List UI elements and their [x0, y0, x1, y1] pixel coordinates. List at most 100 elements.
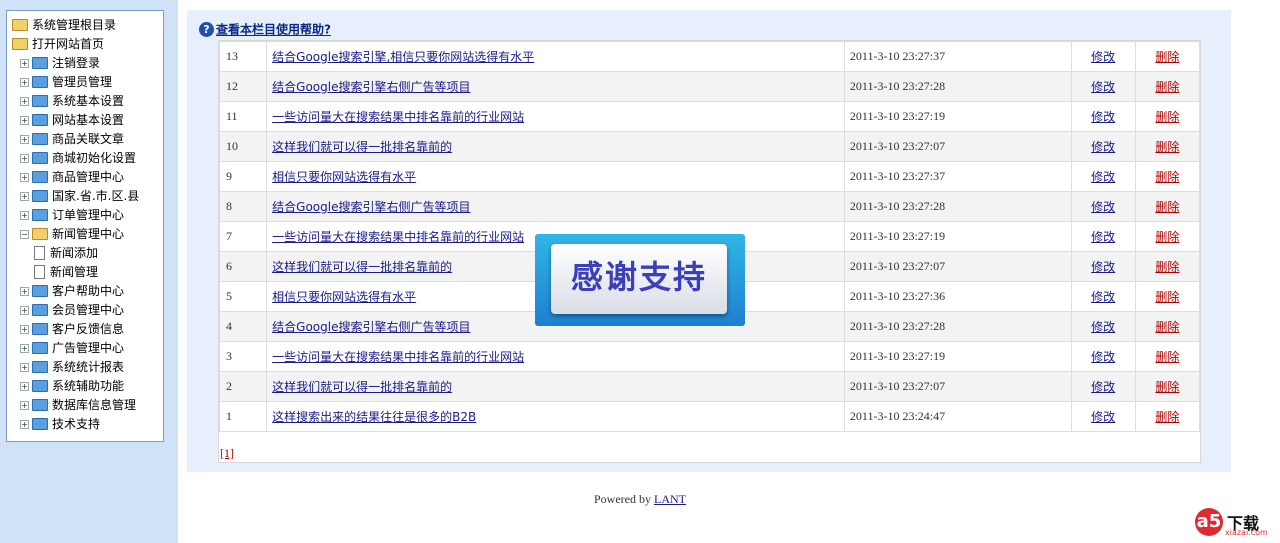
row-edit-cell: 修改 — [1070, 281, 1136, 312]
news-title-link[interactable]: 这样我们就可以得一批排名靠前的 — [272, 140, 452, 154]
expand-icon[interactable]: + — [20, 116, 29, 125]
delete-link[interactable]: 删除 — [1155, 50, 1179, 64]
expand-icon[interactable]: + — [20, 173, 29, 182]
edit-link[interactable]: 修改 — [1091, 290, 1115, 304]
sidebar-item-label: 系统辅助功能 — [52, 379, 125, 393]
news-title-link[interactable]: 这样我们就可以得一批排名靠前的 — [272, 380, 452, 394]
news-title-link[interactable]: 这样搜索出来的结果往往是很多的B2B — [272, 410, 476, 424]
row-delete-cell: 删除 — [1134, 371, 1201, 402]
sidebar-item[interactable]: 新闻管理 — [34, 263, 98, 282]
news-title-link[interactable]: 结合Google搜索引擎右侧广告等项目 — [272, 200, 470, 214]
table-row: 2 这样我们就可以得一批排名靠前的 2011-3-10 23:27:07 修改 删除 — [218, 371, 1201, 402]
delete-link[interactable]: 删除 — [1155, 260, 1179, 274]
folder-icon — [12, 37, 28, 50]
sidebar-item[interactable]: + 广告管理中心 — [20, 339, 124, 358]
edit-link[interactable]: 修改 — [1091, 260, 1115, 274]
sidebar-item[interactable]: + 注销登录 — [20, 54, 100, 73]
delete-link[interactable]: 删除 — [1155, 200, 1179, 214]
edit-link[interactable]: 修改 — [1091, 200, 1115, 214]
delete-link[interactable]: 删除 — [1155, 110, 1179, 124]
sidebar-item[interactable]: + 系统辅助功能 — [20, 377, 124, 396]
edit-link[interactable]: 修改 — [1091, 380, 1115, 394]
expand-icon[interactable]: + — [20, 154, 29, 163]
row-title-cell: 一些访问量大在搜索结果中排名靠前的行业网站 — [266, 101, 845, 132]
sidebar-item[interactable]: + 订单管理中心 — [20, 206, 124, 225]
sidebar-item[interactable]: + 系统统计报表 — [20, 358, 124, 377]
edit-link[interactable]: 修改 — [1091, 320, 1115, 334]
sidebar-item[interactable]: 打开网站首页 — [12, 35, 104, 54]
news-title-link[interactable]: 结合Google搜索引擎,相信只要你网站选得有水平 — [272, 50, 534, 64]
row-edit-cell: 修改 — [1070, 371, 1136, 402]
news-title-link[interactable]: 相信只要你网站选得有水平 — [272, 290, 416, 304]
sidebar-item[interactable]: 新闻添加 — [34, 244, 98, 263]
expand-icon[interactable]: + — [20, 59, 29, 68]
news-title-link[interactable]: 一些访问量大在搜索结果中排名靠前的行业网站 — [272, 110, 524, 124]
expand-icon[interactable]: + — [20, 97, 29, 106]
folder-icon — [32, 56, 48, 69]
edit-link[interactable]: 修改 — [1091, 410, 1115, 424]
delete-link[interactable]: 删除 — [1155, 380, 1179, 394]
news-title-link[interactable]: 一些访问量大在搜索结果中排名靠前的行业网站 — [272, 230, 524, 244]
expand-icon[interactable]: + — [20, 78, 29, 87]
edit-link[interactable]: 修改 — [1091, 140, 1115, 154]
expand-icon[interactable]: + — [20, 420, 29, 429]
delete-link[interactable]: 删除 — [1155, 170, 1179, 184]
expand-icon[interactable]: + — [20, 363, 29, 372]
edit-link[interactable]: 修改 — [1091, 350, 1115, 364]
brand-link[interactable]: LANT — [654, 492, 686, 506]
expand-icon[interactable]: + — [20, 192, 29, 201]
expand-icon[interactable]: + — [20, 344, 29, 353]
sidebar-item[interactable]: + 商品管理中心 — [20, 168, 124, 187]
delete-link[interactable]: 删除 — [1155, 80, 1179, 94]
row-time: 2011-3-10 23:24:47 — [843, 401, 1072, 432]
news-title-link[interactable]: 一些访问量大在搜索结果中排名靠前的行业网站 — [272, 350, 524, 364]
sidebar-item[interactable]: + 国家.省.市.区.县 — [20, 187, 139, 206]
sidebar-item[interactable]: + 管理员管理 — [20, 73, 112, 92]
row-edit-cell: 修改 — [1070, 311, 1136, 342]
collapse-icon[interactable]: − — [20, 230, 29, 239]
sidebar-item[interactable]: − 新闻管理中心 — [20, 225, 124, 244]
page-link-1[interactable]: [1] — [220, 446, 234, 460]
sidebar-item[interactable]: 系统管理根目录 — [12, 16, 116, 35]
sidebar-item[interactable]: + 技术支持 — [20, 415, 100, 434]
sidebar-item[interactable]: + 系统基本设置 — [20, 92, 124, 111]
delete-link[interactable]: 删除 — [1155, 350, 1179, 364]
expand-icon[interactable]: + — [20, 287, 29, 296]
sidebar-item[interactable]: + 客户帮助中心 — [20, 282, 124, 301]
edit-link[interactable]: 修改 — [1091, 230, 1115, 244]
folder-icon — [32, 208, 48, 221]
sidebar-item[interactable]: + 网站基本设置 — [20, 111, 124, 130]
help-link[interactable]: 查看本栏目使用帮助? — [216, 23, 331, 37]
row-delete-cell: 删除 — [1134, 41, 1201, 72]
news-title-link[interactable]: 相信只要你网站选得有水平 — [272, 170, 416, 184]
delete-link[interactable]: 删除 — [1155, 410, 1179, 424]
sidebar-item-label: 广告管理中心 — [52, 341, 125, 355]
sidebar-item[interactable]: + 商品关联文章 — [20, 130, 124, 149]
expand-icon[interactable]: + — [20, 401, 29, 410]
row-title-cell: 这样搜索出来的结果往往是很多的B2B — [266, 401, 845, 432]
delete-link[interactable]: 删除 — [1155, 290, 1179, 304]
delete-link[interactable]: 删除 — [1155, 320, 1179, 334]
sidebar-item[interactable]: + 数据库信息管理 — [20, 396, 136, 415]
edit-link[interactable]: 修改 — [1091, 80, 1115, 94]
news-title-link[interactable]: 这样我们就可以得一批排名靠前的 — [272, 260, 452, 274]
edit-link[interactable]: 修改 — [1091, 50, 1115, 64]
news-title-link[interactable]: 结合Google搜索引擎右侧广告等项目 — [272, 80, 470, 94]
expand-icon[interactable]: + — [20, 135, 29, 144]
expand-icon[interactable]: + — [20, 306, 29, 315]
sidebar-item[interactable]: + 会员管理中心 — [20, 301, 124, 320]
delete-link[interactable]: 删除 — [1155, 230, 1179, 244]
folder-icon — [12, 18, 28, 31]
news-title-link[interactable]: 结合Google搜索引擎右侧广告等项目 — [272, 320, 470, 334]
expand-icon[interactable]: + — [20, 382, 29, 391]
delete-link[interactable]: 删除 — [1155, 140, 1179, 154]
sidebar-item[interactable]: + 客户反馈信息 — [20, 320, 124, 339]
edit-link[interactable]: 修改 — [1091, 110, 1115, 124]
row-id: 10 — [218, 131, 268, 162]
sidebar-item[interactable]: + 商城初始化设置 — [20, 149, 136, 168]
expand-icon[interactable]: + — [20, 211, 29, 220]
expand-icon[interactable]: + — [20, 325, 29, 334]
folder-icon — [32, 189, 48, 202]
edit-link[interactable]: 修改 — [1091, 170, 1115, 184]
sidebar-item-label: 技术支持 — [52, 417, 101, 431]
